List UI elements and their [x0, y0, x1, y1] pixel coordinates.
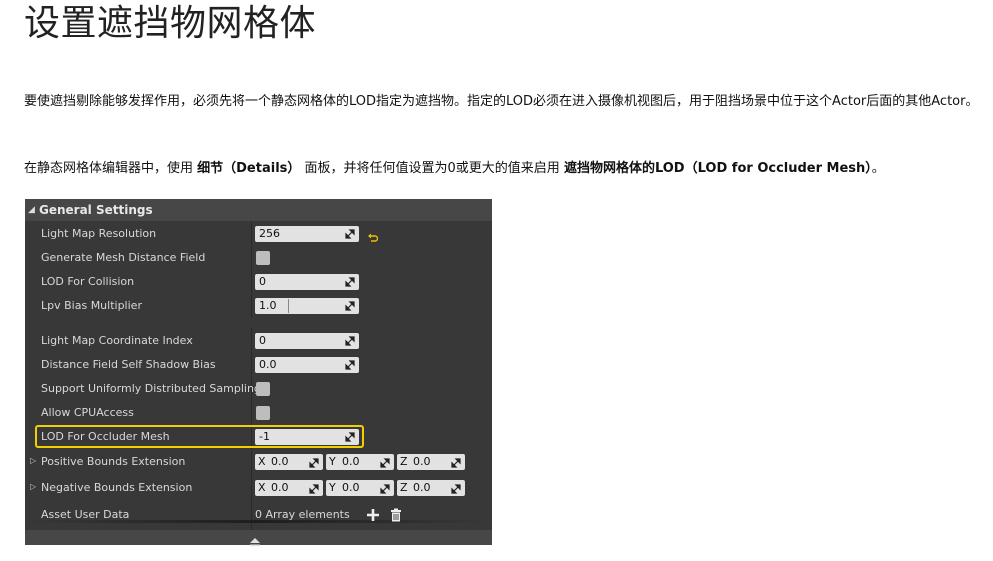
- lod-for-collision-input[interactable]: 0: [255, 274, 359, 290]
- expand-arrow-icon[interactable]: ▷: [30, 449, 36, 473]
- light-map-coordinate-index-value: 0: [259, 334, 266, 347]
- axis-x-label: X: [258, 481, 266, 494]
- spin-arrows-icon[interactable]: [345, 336, 355, 346]
- spin-arrows-icon[interactable]: [345, 277, 355, 287]
- positive-bounds-y-input[interactable]: Y 0.0: [326, 454, 394, 470]
- lpv-bias-multiplier-label: Lpv Bias Multiplier: [41, 299, 142, 312]
- lod-for-collision-label: LOD For Collision: [41, 275, 135, 288]
- details-panel: ◢ General Settings Light Map Resolution …: [25, 199, 492, 547]
- axis-x-label: X: [258, 455, 266, 468]
- instruction-text-2: 面板，并将任何值设置为0或更大的值来启用: [300, 161, 564, 176]
- asset-user-data-label: Asset User Data: [41, 508, 130, 521]
- spin-arrows-icon[interactable]: [451, 483, 461, 499]
- light-map-resolution-input[interactable]: 256: [255, 226, 359, 242]
- lod-for-occluder-mesh-input[interactable]: -1: [255, 429, 359, 445]
- instruction-text-1: 在静态网格体编辑器中，使用: [24, 161, 198, 176]
- add-element-icon[interactable]: [366, 507, 380, 521]
- distance-field-self-shadow-bias-value: 0.0: [259, 358, 277, 371]
- generate-mesh-distance-field-checkbox[interactable]: [256, 251, 270, 265]
- expand-advanced-icon[interactable]: [249, 532, 261, 551]
- negative-bounds-extension-label: Negative Bounds Extension: [41, 481, 193, 494]
- spin-arrows-icon[interactable]: [345, 301, 355, 311]
- general-settings-header[interactable]: ◢ General Settings: [25, 199, 492, 221]
- lpv-bias-multiplier-value: 1.0: [259, 299, 277, 312]
- axis-z-label: Z: [400, 481, 408, 494]
- lod-for-collision-value: 0: [259, 275, 266, 288]
- slider-fill-marker: [288, 299, 289, 313]
- expand-arrow-icon[interactable]: ▷: [30, 475, 36, 499]
- spin-arrows-icon[interactable]: [345, 360, 355, 370]
- support-uniform-sampling-label: Support Uniformly Distributed Sampling: [41, 382, 261, 395]
- light-map-resolution-label: Light Map Resolution: [41, 227, 157, 240]
- trash-icon[interactable]: [389, 507, 403, 522]
- array-elements-count: 0 Array elements: [255, 508, 350, 521]
- column-divider: [251, 221, 252, 318]
- generate-mesh-distance-field-label: Generate Mesh Distance Field: [41, 251, 206, 264]
- lod-occluder-term: 遮挡物网格体的LOD（LOD for Occluder Mesh）: [563, 161, 872, 176]
- section-title: General Settings: [39, 203, 153, 217]
- spin-arrows-icon[interactable]: [380, 457, 390, 473]
- light-map-coordinate-index-input[interactable]: 0: [255, 333, 359, 349]
- positive-bounds-z-value: 0.0: [413, 455, 431, 468]
- distance-field-self-shadow-bias-input[interactable]: 0.0: [255, 357, 359, 373]
- negative-bounds-x-input[interactable]: X 0.0: [255, 480, 323, 496]
- axis-y-label: Y: [329, 455, 336, 468]
- spin-arrows-icon[interactable]: [345, 432, 355, 442]
- negative-bounds-y-input[interactable]: Y 0.0: [326, 480, 394, 496]
- positive-bounds-y-value: 0.0: [342, 455, 360, 468]
- lod-for-occluder-mesh-value: -1: [259, 430, 270, 443]
- negative-bounds-z-input[interactable]: Z 0.0: [397, 480, 465, 496]
- axis-z-label: Z: [400, 455, 408, 468]
- positive-bounds-extension-label: Positive Bounds Extension: [41, 455, 186, 468]
- spin-arrows-icon[interactable]: [345, 229, 355, 239]
- spin-arrows-icon[interactable]: [380, 483, 390, 499]
- spin-arrows-icon[interactable]: [451, 457, 461, 473]
- light-map-resolution-value: 256: [259, 227, 280, 240]
- lod-for-occluder-mesh-label: LOD For Occluder Mesh: [41, 430, 170, 443]
- spin-arrows-icon[interactable]: [309, 457, 319, 473]
- allow-cpu-access-label: Allow CPUAccess: [41, 406, 134, 419]
- collapse-triangle-icon[interactable]: ◢: [28, 199, 35, 221]
- details-panel-term: 细节（Details）: [197, 161, 301, 176]
- negative-bounds-x-value: 0.0: [271, 481, 289, 494]
- instruction-text-3: 。: [871, 161, 885, 176]
- light-map-coordinate-index-label: Light Map Coordinate Index: [41, 334, 193, 347]
- advanced-toggle-bar[interactable]: [25, 530, 492, 547]
- axis-y-label: Y: [329, 481, 336, 494]
- support-uniform-sampling-checkbox[interactable]: [256, 382, 270, 396]
- positive-bounds-x-input[interactable]: X 0.0: [255, 454, 323, 470]
- positive-bounds-z-input[interactable]: Z 0.0: [397, 454, 465, 470]
- intro-paragraph: 要使遮挡剔除能够发挥作用，必须先将一个静态网格体的LOD指定为遮挡物。指定的LO…: [24, 94, 979, 109]
- reset-to-default-icon[interactable]: [368, 228, 379, 242]
- spin-arrows-icon[interactable]: [309, 483, 319, 499]
- allow-cpu-access-checkbox[interactable]: [256, 406, 270, 420]
- lpv-bias-multiplier-input[interactable]: 1.0: [255, 298, 359, 314]
- distance-field-self-shadow-bias-label: Distance Field Self Shadow Bias: [41, 358, 216, 371]
- negative-bounds-y-value: 0.0: [342, 481, 360, 494]
- instruction-paragraph: 在静态网格体编辑器中，使用 细节（Details） 面板，并将任何值设置为0或更…: [24, 156, 989, 181]
- page-title: 设置遮挡物网格体: [24, 3, 317, 44]
- positive-bounds-x-value: 0.0: [271, 455, 289, 468]
- negative-bounds-z-value: 0.0: [413, 481, 431, 494]
